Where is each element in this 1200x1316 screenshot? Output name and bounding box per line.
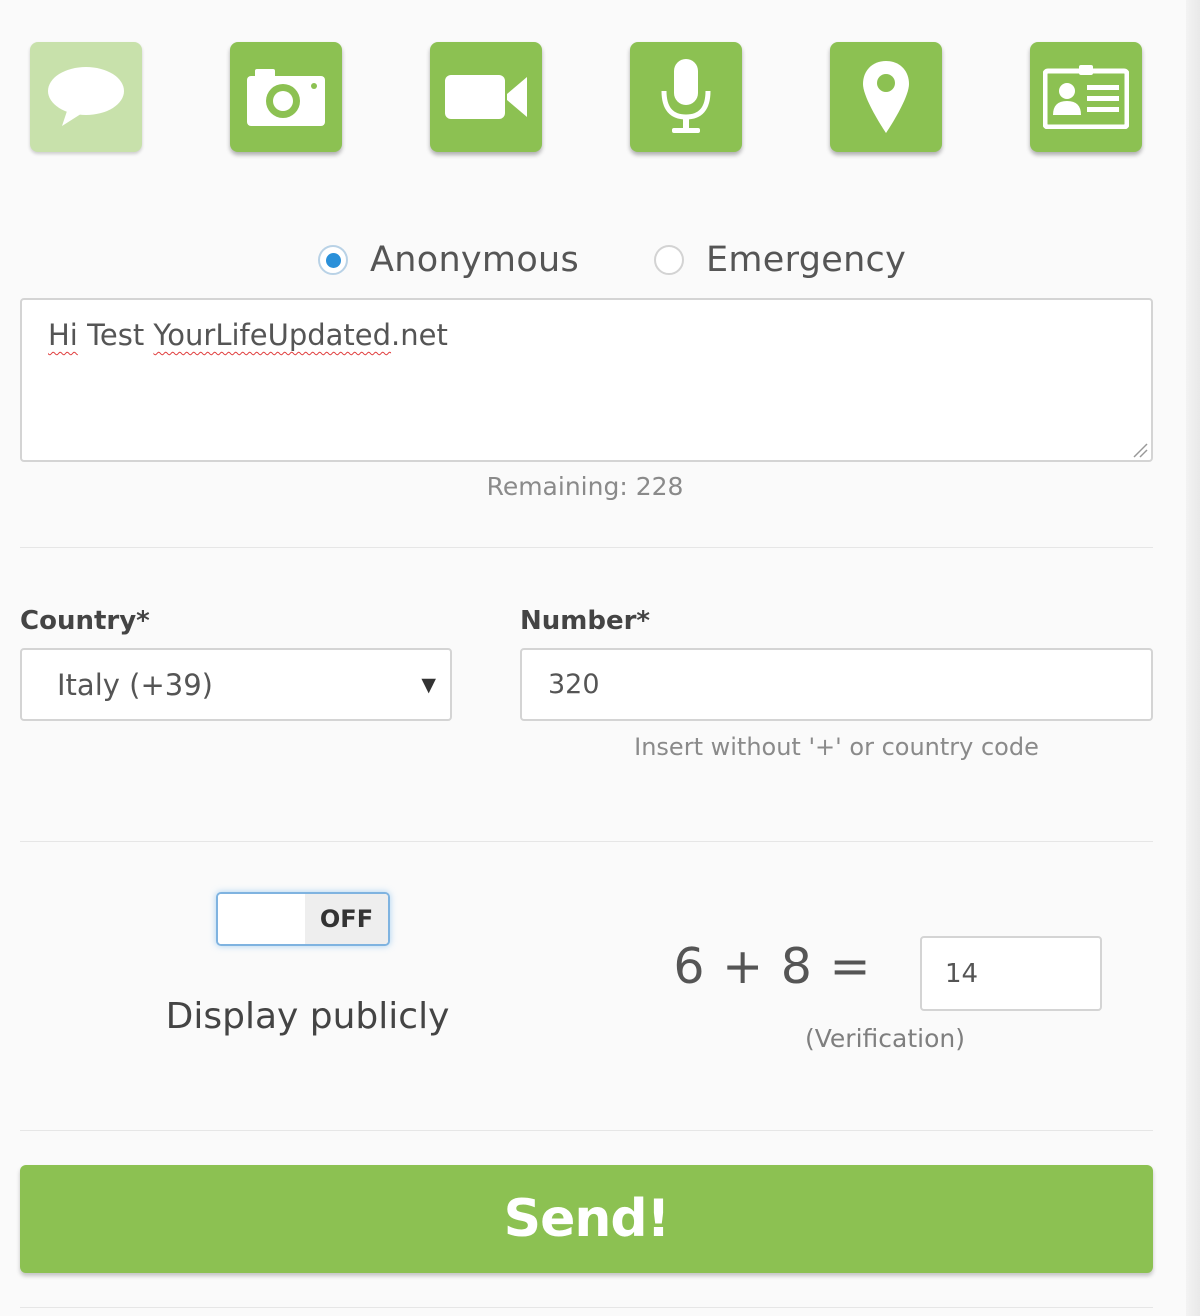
radio-unchecked-indicator — [654, 245, 684, 275]
video-tile[interactable] — [430, 42, 542, 152]
camera-icon — [247, 69, 325, 126]
microphone-icon — [661, 59, 711, 133]
anonymous-radio[interactable]: Anonymous — [318, 240, 579, 280]
number-label: Number* — [520, 606, 651, 636]
photo-tile[interactable] — [230, 42, 342, 152]
text-message-tile[interactable] — [30, 42, 142, 152]
country-label: Country* — [20, 606, 150, 636]
message-text-mid: Test — [77, 318, 154, 352]
divider — [20, 547, 1153, 548]
message-text-prefix: Hi — [48, 318, 78, 352]
scrollbar-track[interactable] — [1186, 0, 1200, 1316]
caret-down-icon: ▼ — [421, 674, 436, 696]
divider — [20, 1307, 1153, 1308]
number-input[interactable] — [520, 648, 1153, 721]
toggle-state-label: OFF — [305, 894, 388, 944]
speech-bubble-icon — [48, 67, 124, 126]
divider — [20, 1130, 1153, 1131]
message-text-domain: YourLifeUpdated — [153, 318, 392, 352]
verification-input[interactable] — [920, 936, 1102, 1011]
radio-checked-indicator — [318, 245, 348, 275]
country-select[interactable]: Italy (+39) ▼ — [20, 648, 452, 721]
emergency-label: Emergency — [706, 240, 907, 280]
location-pin-icon — [863, 61, 909, 133]
verification-caption: (Verification) — [805, 1024, 965, 1053]
location-tile[interactable] — [830, 42, 942, 152]
verification-equation: 6 + 8 = — [673, 938, 872, 995]
message-form-page: Anonymous Emergency Hi Test YourLifeUpda… — [0, 0, 1200, 1316]
display-publicly-toggle[interactable]: OFF — [216, 892, 390, 946]
emergency-radio[interactable]: Emergency — [654, 240, 906, 280]
video-camera-icon — [445, 75, 527, 119]
audio-tile[interactable] — [630, 42, 742, 152]
toggle-knob — [218, 894, 305, 944]
display-publicly-caption: Display publicly — [165, 996, 450, 1037]
send-button[interactable]: Send! — [20, 1165, 1153, 1273]
anonymous-label: Anonymous — [370, 240, 580, 280]
remaining-counter: Remaining: 228 — [486, 472, 684, 501]
message-textarea[interactable]: Hi Test YourLifeUpdated.net — [20, 298, 1153, 462]
country-selected-value: Italy (+39) — [57, 667, 213, 702]
number-hint: Insert without '+' or country code — [634, 733, 1039, 761]
contact-tile[interactable] — [1030, 42, 1142, 152]
divider — [20, 841, 1153, 842]
message-text-suffix: .net — [391, 318, 448, 352]
contact-card-icon — [1043, 65, 1129, 129]
